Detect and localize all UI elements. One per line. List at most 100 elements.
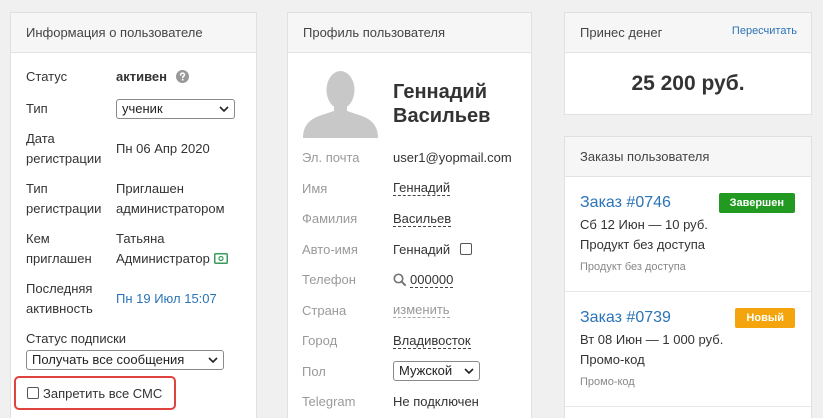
phone-label: Телефон <box>302 272 356 288</box>
order-status-badge: Завершен <box>718 193 795 213</box>
status-row: Статус активен <box>26 67 241 87</box>
order-link[interactable]: Заказ #0739 <box>580 307 671 329</box>
type-select-value: ученик <box>122 101 163 116</box>
user-silhouette-icon <box>303 71 378 138</box>
order-product: Продукт без доступа <box>580 237 706 252</box>
first-name-value-wrap: Геннадий <box>393 180 451 197</box>
order-note: Промо-код <box>580 376 635 388</box>
registration-type-row: Тип регистрации Приглашен администраторо… <box>26 179 241 219</box>
order-title-row: Заказ #0739 Новый <box>580 307 795 329</box>
phone-value-wrap: 000000 <box>393 272 454 288</box>
status-label: Статус <box>26 69 68 84</box>
registration-date-label: Дата регистрации <box>26 131 102 166</box>
telegram-value: Не подключен <box>393 394 479 410</box>
auto-name-value: Геннадий <box>393 241 451 257</box>
revenue-title: Принес денег <box>580 25 663 40</box>
city-label: Город <box>302 333 338 349</box>
order-product: Промо-код <box>580 352 645 367</box>
country-value-wrap: изменить <box>393 302 450 319</box>
auto-name-row: Авто-имя Геннадий <box>302 234 517 265</box>
recalculate-link[interactable]: Пересчитать <box>732 13 797 50</box>
last-activity-link[interactable]: Пн 19 Июл 15:07 <box>116 289 241 309</box>
phone-row: Телефон 000000 <box>302 265 517 296</box>
first-name-label: Имя <box>302 180 328 196</box>
last-name-row: Фамилия Васильев <box>302 204 517 235</box>
registration-type-value: Приглашен администратором <box>116 181 225 216</box>
chevron-down-icon <box>219 106 229 113</box>
profile-title: Профиль пользователя <box>303 25 446 40</box>
last-activity-label: Последняя активность <box>26 281 93 316</box>
user-full-name: Геннадий Васильев <box>393 81 491 127</box>
email-label: Эл. почта <box>302 150 360 166</box>
gender-select-value: Мужской <box>399 363 453 379</box>
city-value-wrap: Владивосток <box>393 333 471 349</box>
profile-fields: Эл. почта user1@yopmail.com Имя Геннадий… <box>302 143 517 418</box>
profile-header: Профиль пользователя <box>288 13 531 53</box>
last-name-value-wrap: Васильев <box>393 211 452 227</box>
revenue-panel: Принес денег Пересчитать 25 200 руб. <box>564 12 812 115</box>
last-name-label: Фамилия <box>302 211 358 227</box>
last-activity-row: Последняя активность Пн 19 Июл 15:07 <box>26 279 241 319</box>
gender-select[interactable]: Мужской <box>393 361 480 382</box>
email-value: user1@yopmail.com <box>393 150 512 166</box>
last-name-field[interactable]: Васильев <box>393 211 452 227</box>
order-status-badge: Новый <box>735 308 795 328</box>
invited-by-value-wrap: Татьяна Администратор <box>116 229 241 269</box>
chevron-down-icon <box>464 368 474 375</box>
country-row: Страна изменить <box>302 295 517 326</box>
type-row: Тип ученик <box>26 99 241 119</box>
registration-type-label: Тип регистрации <box>26 181 102 216</box>
user-info-header: Информация о пользователе <box>11 13 256 53</box>
invited-by-label: Кем приглашен <box>26 231 92 266</box>
city-field[interactable]: Владивосток <box>393 333 471 349</box>
auto-name-value-wrap: Геннадий <box>393 241 473 257</box>
status-value-wrap: активен <box>116 67 241 87</box>
phone-field[interactable]: 000000 <box>410 272 454 288</box>
revenue-amount: 25 200 руб. <box>631 71 745 95</box>
order-summary: Сб 12 Июн — 10 руб. <box>580 217 708 232</box>
country-change-link[interactable]: изменить <box>393 302 450 319</box>
first-name-field[interactable]: Геннадий <box>393 180 451 197</box>
country-label: Страна <box>302 302 347 318</box>
block-sms-highlight[interactable]: Запретить все СМС <box>14 376 176 410</box>
telegram-row: Telegram Не подключен <box>302 387 517 418</box>
orders-panel: Заказы пользователя Заказ #0746 Завершен… <box>564 136 812 418</box>
order-note: Продукт без доступа <box>580 261 686 273</box>
email-row: Эл. почта user1@yopmail.com <box>302 143 517 174</box>
avatar <box>303 70 378 138</box>
order-link[interactable]: Заказ #0746 <box>580 192 671 214</box>
gender-row: Пол Мужской <box>302 356 517 387</box>
card-icon[interactable] <box>213 250 228 264</box>
subscription-select[interactable]: Получать все сообщения <box>26 350 224 370</box>
help-icon[interactable] <box>176 69 189 83</box>
registration-date-value: Пн 06 Апр 2020 <box>116 141 210 156</box>
subscription-label-row: Статус подписки <box>26 329 241 349</box>
invited-by-value: Татьяна Администратор <box>116 231 210 266</box>
block-sms-label[interactable]: Запретить все СМС <box>43 386 162 401</box>
invited-by-row: Кем приглашен Татьяна Администратор <box>26 229 241 269</box>
order-item: Заказ #0746 Завершен Сб 12 Июн — 10 руб.… <box>565 177 811 292</box>
subscription-select-value: Получать все сообщения <box>32 352 185 367</box>
order-title-row: Заказ #0746 Завершен <box>580 192 795 214</box>
auto-name-checkbox[interactable] <box>460 243 473 256</box>
user-info-body: Статус активен Тип ученик Дата регистрац… <box>11 53 256 410</box>
search-icon[interactable] <box>393 273 406 287</box>
user-info-panel: Информация о пользователе Статус активен… <box>10 12 257 418</box>
order-summary: Вт 08 Июн — 1 000 руб. <box>580 332 724 347</box>
chevron-down-icon <box>208 357 218 364</box>
type-label: Тип <box>26 101 48 116</box>
profile-panel: Профиль пользователя Геннадий Васильев Э… <box>287 12 532 418</box>
block-sms-checkbox[interactable] <box>27 387 39 399</box>
user-info-title: Информация о пользователе <box>26 25 203 40</box>
status-value: активен <box>116 69 167 84</box>
city-row: Город Владивосток <box>302 326 517 357</box>
revenue-header: Принес денег Пересчитать <box>565 13 811 53</box>
registration-date-row: Дата регистрации Пн 06 Апр 2020 <box>26 129 241 169</box>
subscription-label: Статус подписки <box>26 331 127 346</box>
order-item: Заказ #0739 Новый Вт 08 Июн — 1 000 руб.… <box>565 292 811 407</box>
orders-header: Заказы пользователя <box>565 137 811 177</box>
telegram-label: Telegram <box>302 394 356 410</box>
type-select[interactable]: ученик <box>116 99 235 119</box>
auto-name-label: Авто-имя <box>302 241 358 257</box>
first-name-row: Имя Геннадий <box>302 173 517 204</box>
